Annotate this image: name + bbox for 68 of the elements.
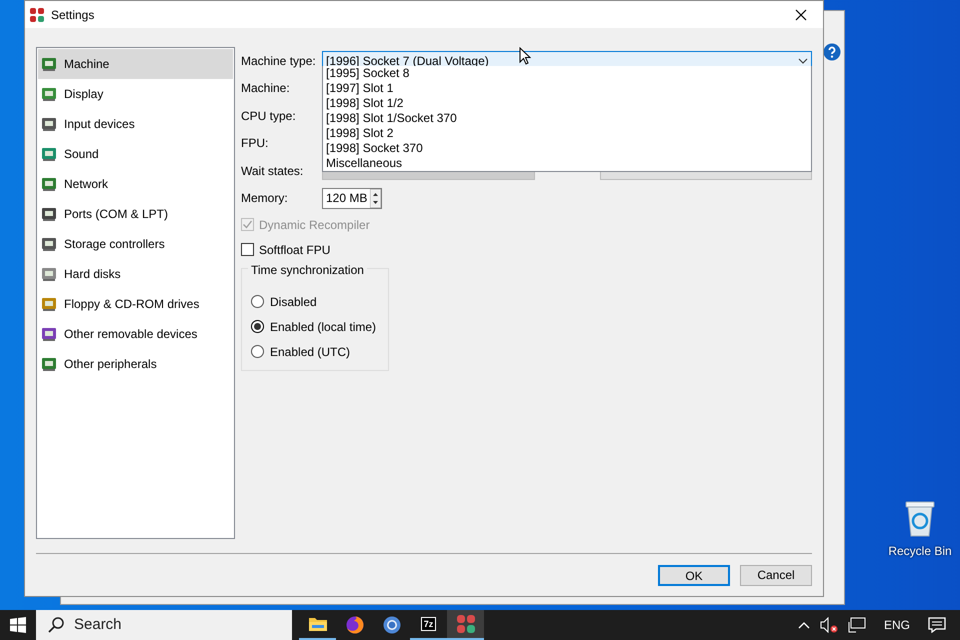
sidebar-item[interactable]: Network <box>38 169 233 199</box>
memory-spinbox[interactable]: 120 MB <box>322 188 382 209</box>
desktop-icon-label[interactable]: Recycle Bin <box>888 542 952 560</box>
field-label: Machine type: <box>241 52 317 70</box>
device-icon <box>41 295 59 313</box>
dialog-button[interactable]: OK <box>658 564 730 586</box>
sidebar-item[interactable]: Floppy & CD-ROM drives <box>38 289 233 319</box>
sidebar-item[interactable]: Storage controllers <box>38 229 233 259</box>
sidebar-item[interactable]: Hard disks <box>38 259 233 289</box>
search-icon <box>48 617 64 633</box>
field-label: FPU: <box>241 135 270 152</box>
dropdown-list[interactable]: [1995] Socket 8 [1997] Slot 1 [1998] Slot 1/2 [1998] Slot 1/Socket 370 [1998] Slot 2 [1998] Socket 370 Miscellaneous <box>322 66 812 172</box>
cursor-icon <box>519 47 531 65</box>
sidebar-item[interactable]: Machine <box>38 49 233 79</box>
device-icon <box>41 175 59 193</box>
squares-icon <box>456 614 476 634</box>
device-icon <box>41 55 59 73</box>
dropdown-option[interactable]: [1998] Slot 2 <box>326 126 808 141</box>
device-icon <box>41 85 59 103</box>
window-title: Settings <box>51 6 96 24</box>
radio-label: Disabled <box>270 294 317 310</box>
device-icon <box>41 205 59 223</box>
network-icon[interactable] <box>848 617 866 633</box>
windows-logo-icon <box>10 617 26 633</box>
dropdown-option[interactable]: [1997] Slot 1 <box>326 81 808 96</box>
app-icon <box>29 6 45 22</box>
chevron-up-icon[interactable] <box>798 621 810 629</box>
radio-button[interactable] <box>251 320 264 333</box>
chevron-down-icon <box>798 58 808 64</box>
sidebar-item[interactable]: Ports (COM & LPT) <box>38 199 233 229</box>
dialog-button[interactable]: Cancel <box>740 564 812 586</box>
spinner-arrows-icon[interactable] <box>370 188 381 208</box>
language-indicator[interactable]: ENG <box>884 616 910 634</box>
field-label: CPU type: <box>241 108 297 125</box>
field-label: Wait states: <box>241 162 304 180</box>
sidebar-item[interactable]: Other removable devices <box>38 319 233 349</box>
sidebar-item[interactable]: Other peripherals <box>38 349 233 379</box>
device-icon <box>41 235 59 253</box>
checkbox[interactable] <box>241 243 254 256</box>
field-label: Machine: <box>241 80 291 98</box>
device-icon <box>41 355 59 373</box>
search-box[interactable]: Search <box>36 610 292 640</box>
device-icon <box>41 265 59 283</box>
archiver-icon: 7z <box>420 617 436 631</box>
radio-label: Enabled (local time) <box>270 318 376 336</box>
speaker-muted-icon[interactable] <box>820 617 838 633</box>
radio-button[interactable] <box>251 345 264 358</box>
globe-icon <box>382 615 402 635</box>
sidebar-item[interactable]: Input devices <box>38 109 233 139</box>
device-icon <box>41 325 59 343</box>
help-icon[interactable] <box>823 43 841 61</box>
device-icon <box>41 115 59 133</box>
checkmark-icon <box>242 219 253 230</box>
dropdown-option[interactable]: [1998] Socket 370 <box>326 141 808 156</box>
notifications-icon[interactable] <box>928 617 946 633</box>
device-icon <box>41 145 59 163</box>
dropdown-option[interactable]: Miscellaneous <box>326 156 808 171</box>
close-icon <box>794 8 806 20</box>
checkbox-label: Softfloat FPU <box>259 242 330 258</box>
sidebar-item[interactable]: Sound <box>38 139 233 169</box>
fox-globe-icon <box>344 615 364 635</box>
radio-label: Enabled (UTC) <box>270 344 350 360</box>
dropdown-option[interactable]: [1998] Slot 1/Socket 370 <box>326 111 808 126</box>
sidebar-item[interactable]: Display <box>38 79 233 109</box>
radio-button[interactable] <box>251 295 264 308</box>
dropdown-option[interactable]: [1998] Slot 1/2 <box>326 96 808 111</box>
field-label: Memory: <box>241 190 289 208</box>
checkbox-label: Dynamic Recompiler <box>259 216 370 234</box>
